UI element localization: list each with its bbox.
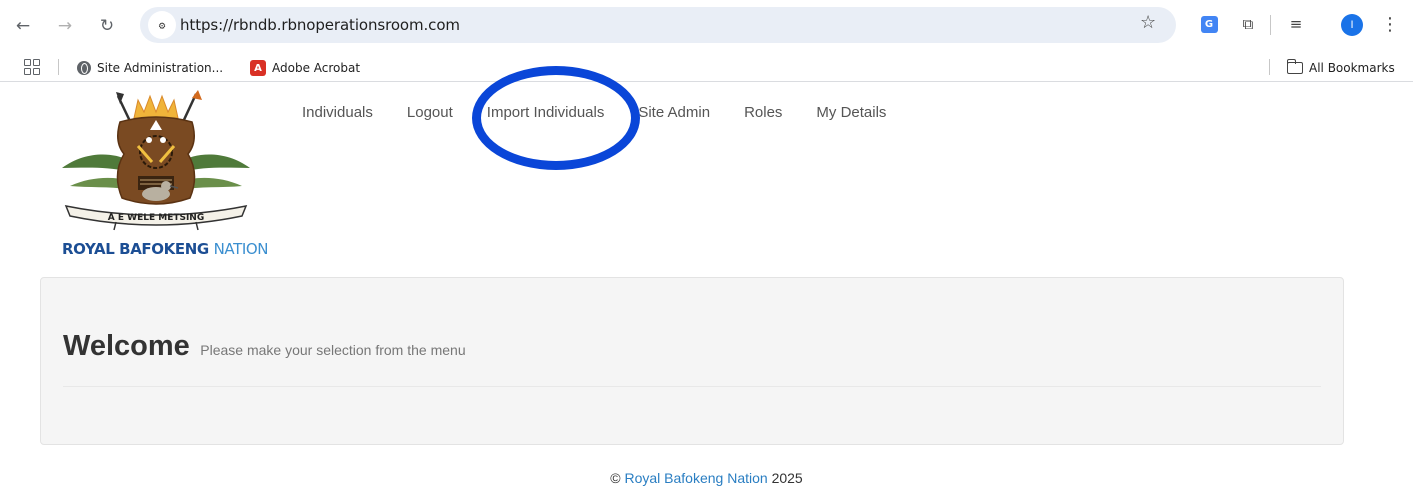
nav-roles[interactable]: Roles [727, 104, 799, 121]
nav-logout[interactable]: Logout [390, 104, 470, 121]
bookmark-label: Site Administration... [97, 61, 224, 75]
forward-icon[interactable]: → [53, 14, 77, 38]
logo-motto: A E WELE METSING [108, 213, 204, 223]
toolbar-divider [1270, 15, 1271, 35]
bookmarks-divider [1269, 59, 1270, 75]
divider [63, 386, 1321, 387]
bookmark-adobe-acrobat[interactable]: A Adobe Acrobat [250, 59, 360, 77]
url-text[interactable]: https://rbndb.rbnoperationsroom.com [180, 16, 460, 34]
page-content: A E WELE METSING ROYAL BAFOKENG NATION I… [0, 90, 1413, 488]
back-icon[interactable]: ← [11, 14, 35, 38]
logo-name-light: NATION [213, 240, 269, 258]
all-bookmarks-button[interactable]: All Bookmarks [1286, 59, 1395, 77]
nav-individuals[interactable]: Individuals [285, 104, 390, 121]
bookmarks-bar: Site Administration... A Adobe Acrobat A… [0, 52, 1413, 82]
bookmark-star-icon[interactable]: ☆ [1140, 12, 1156, 33]
page-title: Welcome [63, 330, 190, 362]
acrobat-icon: A [250, 60, 266, 76]
logo-wordmark: ROYAL BAFOKENG NATION [62, 240, 269, 258]
profile-avatar[interactable]: I [1341, 14, 1363, 36]
welcome-panel: Welcome Please make your selection from … [40, 277, 1344, 445]
logo-name-bold: ROYAL BAFOKENG [62, 240, 209, 258]
nav-my-details[interactable]: My Details [799, 104, 903, 121]
bookmarks-divider [58, 59, 59, 75]
site-info-icon[interactable]: ⚙ [148, 11, 176, 39]
reload-icon[interactable]: ↻ [95, 14, 119, 38]
copyright-symbol: © [610, 470, 621, 486]
folder-icon [1286, 59, 1303, 74]
footer: © Royal Bafokeng Nation 2025 [0, 470, 1413, 486]
apps-grid-icon[interactable] [24, 59, 40, 75]
annotation-highlight-ring [472, 66, 640, 170]
footer-year: 2025 [771, 470, 803, 486]
page-subtitle: Please make your selection from the menu [200, 342, 466, 358]
translate-icon[interactable]: G [1197, 12, 1221, 36]
globe-icon [77, 61, 91, 75]
media-controls-icon[interactable]: ≡ [1284, 12, 1308, 36]
footer-link-royal-bafokeng-nation[interactable]: Royal Bafokeng Nation [624, 470, 767, 486]
bookmark-site-administration[interactable]: Site Administration... [77, 59, 223, 77]
royal-bafokeng-coat-of-arms-logo[interactable]: A E WELE METSING [56, 90, 256, 260]
bookmark-label: Adobe Acrobat [272, 61, 361, 75]
all-bookmarks-label: All Bookmarks [1309, 61, 1395, 75]
extensions-puzzle-icon[interactable]: ⧉ [1236, 12, 1260, 36]
browser-toolbar: ← → ↻ ⚙ https://rbndb.rbnoperationsroom.… [0, 0, 1413, 52]
welcome-heading: Welcome Please make your selection from … [63, 330, 466, 363]
browser-menu-icon[interactable]: ⋮ [1378, 12, 1402, 36]
